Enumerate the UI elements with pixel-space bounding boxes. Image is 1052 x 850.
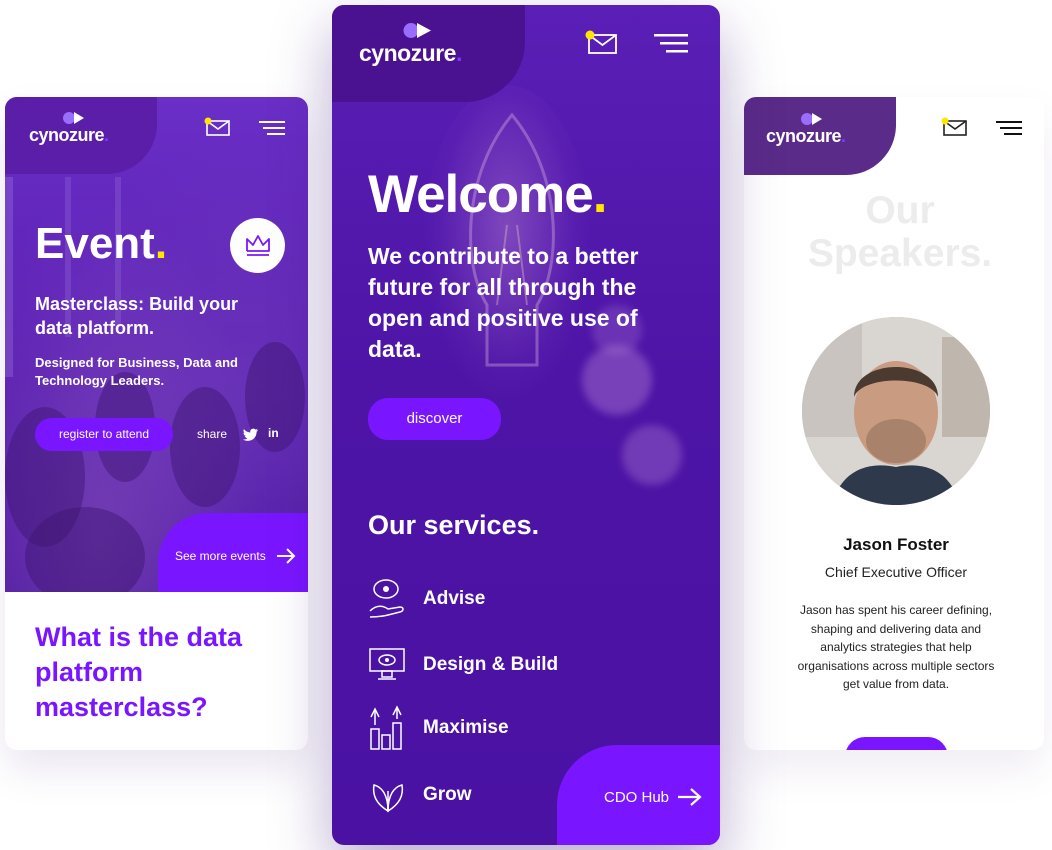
arrow-right-icon	[277, 548, 296, 564]
mail-icon[interactable]	[941, 117, 969, 139]
speaker-photo	[802, 317, 990, 505]
event-subtitle: Designed for Business, Data and Technolo…	[35, 355, 238, 388]
twitter-icon[interactable]	[243, 428, 259, 441]
cdo-hub-label: CDO Hub	[604, 789, 670, 806]
see-more-events-label: See more events	[175, 549, 266, 563]
speaker-avatar	[802, 317, 990, 505]
cynozure-logo[interactable]: cynozure.	[359, 20, 499, 72]
home-page-mobile: cynozure. Welcome. We contribute to a be…	[332, 5, 720, 845]
services-title: Our services.	[368, 510, 540, 540]
crown-icon	[246, 235, 270, 256]
logo-mark-icon	[63, 112, 84, 124]
service-label: Advise	[423, 588, 486, 609]
service-label: Maximise	[423, 717, 509, 738]
event-title-dot: .	[154, 219, 168, 268]
logo-mark-icon	[801, 113, 822, 125]
speaker-name: Jason Foster	[843, 535, 949, 554]
hand-eye-icon	[369, 579, 404, 618]
speaker-more-button[interactable]	[845, 737, 948, 750]
service-grow[interactable]: Grow	[368, 777, 472, 813]
mail-icon[interactable]	[585, 30, 619, 56]
logo-mark-icon	[403, 23, 431, 38]
service-label: Grow	[423, 784, 472, 805]
welcome-title: Welcome.	[368, 165, 608, 225]
event-title-text: Event	[35, 219, 155, 268]
speakers-title: Our Speakers.	[807, 189, 993, 275]
logo-text: cynozure	[29, 125, 105, 145]
service-advise[interactable]: Advise	[368, 577, 485, 621]
welcome-title-dot: .	[592, 165, 608, 224]
logo-text: cynozure	[766, 126, 842, 146]
mail-icon[interactable]	[204, 117, 232, 139]
discover-button[interactable]: discover	[368, 398, 501, 440]
see-more-events-panel[interactable]: See more events	[158, 513, 308, 592]
monitor-eye-icon	[369, 648, 405, 680]
share-label: share	[197, 427, 228, 441]
tagline: We contribute to a better future for all…	[368, 243, 639, 362]
welcome-title-text: Welcome	[368, 165, 594, 224]
linkedin-icon[interactable]: in	[268, 426, 279, 440]
register-button[interactable]: register to attend	[35, 418, 173, 451]
cynozure-logo[interactable]: cynozure.	[766, 110, 876, 150]
logo-text: cynozure	[359, 40, 456, 66]
leaves-icon	[372, 784, 404, 813]
speaker-role: Chief Executive Officer	[824, 564, 968, 580]
speaker-bio: Jason has spent his career defining, sha…	[797, 603, 995, 691]
service-label: Design & Build	[423, 654, 559, 675]
crown-badge	[230, 218, 285, 273]
masterclass-question-heading: What is the data platform masterclass?	[35, 622, 243, 722]
masterclass-title: Masterclass: Build your data platform.	[35, 294, 239, 338]
growth-bars-icon	[370, 705, 402, 750]
event-title: Event.	[35, 220, 167, 268]
service-design-build[interactable]: Design & Build	[368, 645, 558, 685]
cynozure-logo[interactable]: cynozure.	[29, 109, 139, 149]
speakers-page-mobile: cynozure. Our Speakers. Jason Foster Chi…	[744, 97, 1044, 750]
logo-dot: .	[455, 40, 462, 66]
logo-dot: .	[841, 126, 846, 146]
service-maximise[interactable]: Maximise	[368, 705, 509, 751]
hamburger-menu-icon[interactable]	[996, 120, 1024, 136]
event-page-mobile: cynozure. Event. Masterclass: Build your…	[5, 97, 308, 750]
cdo-hub-panel[interactable]: CDO Hub	[557, 745, 720, 845]
logo-dot: .	[104, 125, 109, 145]
hamburger-menu-icon[interactable]	[654, 33, 690, 55]
bokeh-light	[622, 425, 682, 485]
arrow-right-icon	[678, 788, 702, 806]
hamburger-menu-icon[interactable]	[259, 120, 287, 136]
